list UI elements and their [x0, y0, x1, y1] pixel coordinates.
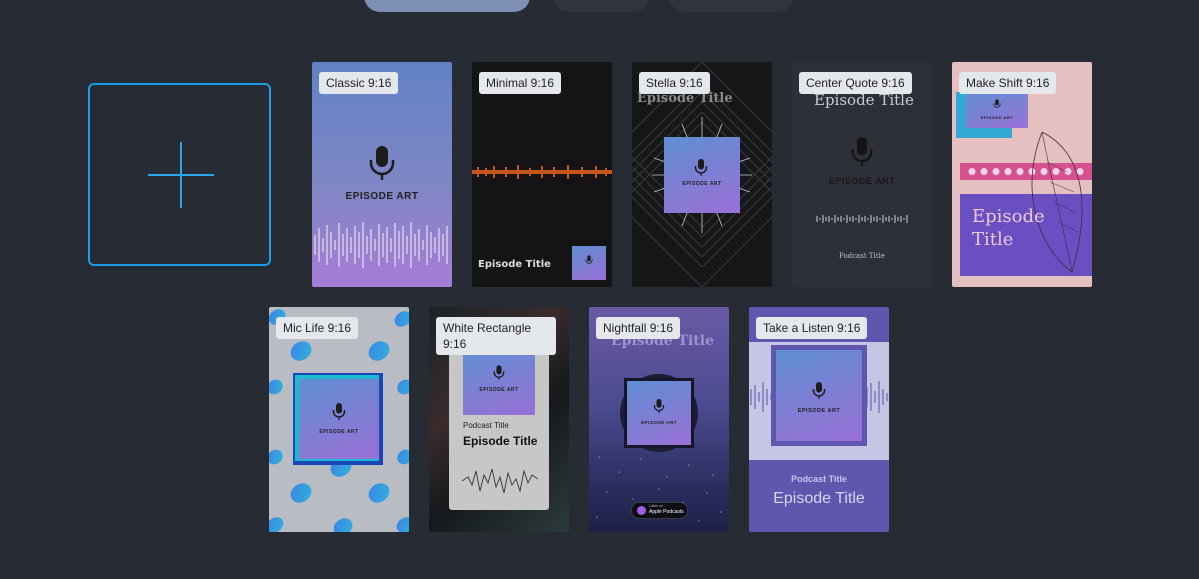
create-template-button[interactable] [88, 83, 271, 266]
template-label: Minimal 9:16 [479, 72, 562, 94]
episode-title: Episode Title [972, 206, 1045, 250]
podcast-title: Podcast Title [463, 421, 509, 430]
episode-art-text: EPISODE ART [345, 191, 419, 202]
template-card-take-a-listen[interactable]: EPISODE ART Podcast Title Episode Title … [749, 307, 889, 532]
microphone-icon [812, 382, 826, 399]
episode-art-text: EPISODE ART [479, 387, 519, 393]
template-card-classic[interactable]: Classic 9:16 EPISODE ART [312, 62, 452, 287]
template-label: White Rectangle 9:16 [436, 317, 556, 355]
tab-2[interactable] [553, 0, 649, 12]
template-label: Mic Life 9:16 [276, 317, 359, 339]
template-label: Make Shift 9:16 [959, 72, 1057, 94]
template-card-stella[interactable]: Episode Title EPISODE ART Stella 9:16 [632, 62, 772, 287]
microphone-icon [653, 399, 665, 414]
episode-art-text: EPISODE ART [641, 420, 677, 425]
episode-art-text: EPISODE ART [682, 181, 722, 187]
episode-title: Episode Title [773, 490, 865, 507]
podcast-title: Podcast Title [839, 252, 885, 260]
episode-art-thumb [572, 246, 606, 280]
template-label: Take a Listen 9:16 [756, 317, 868, 339]
template-label: Nightfall 9:16 [596, 317, 681, 339]
badge-line-1: Listen on [649, 504, 664, 508]
template-label: Stella 9:16 [639, 72, 710, 94]
tab-active[interactable] [364, 0, 530, 12]
template-card-make-shift[interactable]: EPISODE ART Episode Title Make Shift 9:1… [952, 62, 1092, 287]
template-card-nightfall[interactable]: Episode Title EPISODE ART Listen on Appl… [589, 307, 729, 532]
episode-art: EPISODE ART [664, 137, 740, 213]
episode-art: EPISODE ART [776, 350, 862, 441]
tab-3[interactable] [669, 0, 794, 12]
episode-title: Episode Title [463, 434, 538, 448]
episode-art: EPISODE ART [463, 351, 535, 415]
apple-podcasts-badge: Listen on Apple Podcasts [631, 502, 688, 519]
template-card-white-rectangle[interactable]: EPISODE ART Podcast Title Episode Title … [429, 307, 569, 532]
plus-icon-vertical [180, 142, 182, 208]
episode-art: EPISODE ART [966, 94, 1028, 128]
episode-art-text: EPISODE ART [319, 429, 359, 435]
waveform [472, 165, 612, 179]
template-card-minimal[interactable]: Minimal 9:16 Episode Title [472, 62, 612, 287]
episode-art-text: EPISODE ART [828, 176, 896, 186]
microphone-icon [493, 365, 505, 380]
template-card-center-quote[interactable]: Episode Title EPISODE ART Podcast Title … [792, 62, 932, 287]
microphone-icon [993, 99, 1001, 108]
episode-art-text: EPISODE ART [797, 408, 841, 414]
waveform [314, 222, 448, 268]
microphone-icon [694, 159, 708, 176]
badge-line-2: Apple Podcasts [649, 509, 684, 515]
microphone-icon [369, 146, 395, 180]
microphone-icon [585, 255, 593, 264]
template-label: Classic 9:16 [319, 72, 399, 94]
microphone-icon [332, 403, 346, 420]
microphone-icon [851, 137, 873, 167]
episode-art-text: EPISODE ART [980, 115, 1014, 120]
episode-title: Episode Title [478, 259, 551, 270]
episode-art: EPISODE ART [299, 379, 379, 459]
waveform [462, 468, 538, 494]
template-label: Center Quote 9:16 [799, 72, 912, 94]
episode-art: EPISODE ART [627, 381, 691, 445]
waveform [816, 215, 908, 223]
template-card-mic-life[interactable]: EPISODE ART Mic Life 9:16 [269, 307, 409, 532]
podcasts-icon [637, 506, 646, 515]
podcast-title: Podcast Title [791, 474, 847, 484]
